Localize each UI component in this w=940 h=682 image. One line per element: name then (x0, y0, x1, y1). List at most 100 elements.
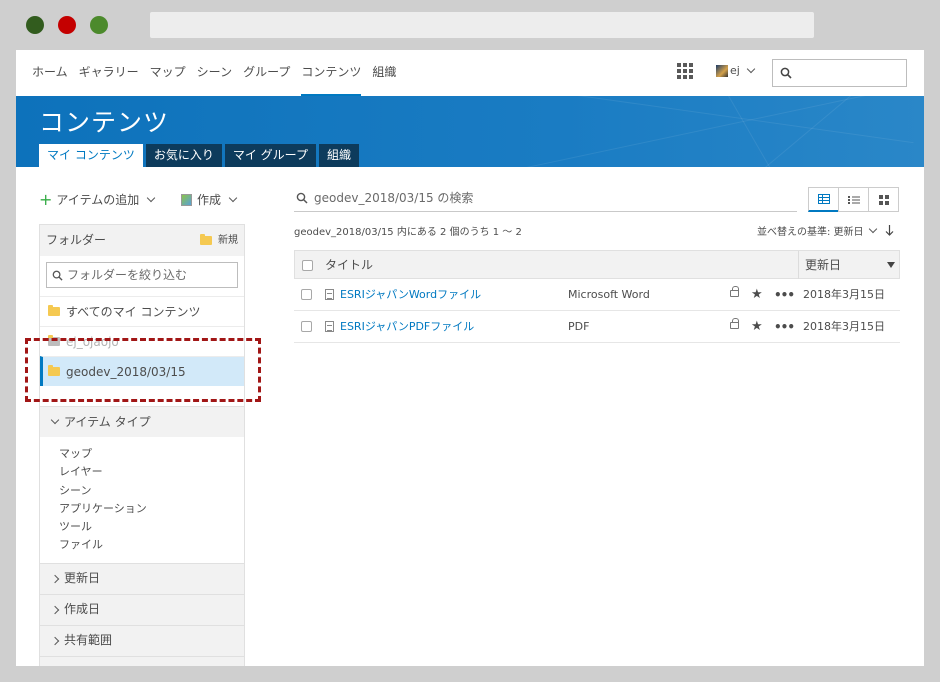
folder-heading: フォルダー (46, 233, 107, 247)
chevron-down-icon (50, 415, 60, 425)
column-divider (798, 251, 799, 279)
item-title-link[interactable]: ESRIジャパンPDFファイル (340, 311, 474, 343)
add-item-label: アイテムの追加 (56, 193, 140, 207)
window-maximize-dot[interactable] (90, 16, 108, 34)
nav-groups[interactable]: グループ (243, 50, 290, 96)
chevron-right-icon (50, 574, 60, 584)
chevron-down-icon (746, 64, 756, 73)
tab-favorites[interactable]: お気に入り (145, 144, 222, 167)
search-icon (296, 192, 308, 204)
content-search-placeholder: geodev_2018/03/15 の検索 (314, 191, 474, 205)
tab-my-groups[interactable]: マイ グループ (224, 144, 316, 167)
folder-icon (48, 305, 60, 316)
item-modified: 2018年3月15日 (803, 320, 885, 333)
nav-home[interactable]: ホーム (32, 50, 68, 96)
item-type-tool[interactable]: ツール (59, 518, 244, 536)
app-launcher-icon[interactable] (677, 63, 693, 79)
folder-icon (200, 234, 212, 245)
item-type: PDF (568, 320, 590, 333)
result-count: geodev_2018/03/15 内にある 2 個のうち 1 ～ 2 (294, 227, 522, 238)
column-modified[interactable]: 更新日 (805, 251, 841, 279)
favorite-star-icon[interactable]: ★ (751, 279, 763, 311)
sort-label: 並べ替えの基準: 更新日 (757, 227, 864, 238)
favorite-star-icon[interactable]: ★ (751, 311, 763, 343)
folder-filter-placeholder: フォルダーを絞り込む (67, 268, 188, 282)
create-button[interactable]: 作成 (181, 191, 238, 208)
chevron-down-icon (228, 193, 238, 202)
grid-view-button[interactable] (868, 187, 899, 212)
nav-scene[interactable]: シーン (197, 50, 232, 96)
avatar (716, 64, 728, 77)
list-icon (847, 195, 860, 204)
item-type-file[interactable]: ファイル (59, 536, 244, 554)
item-type-layer[interactable]: レイヤー (59, 463, 244, 481)
search-icon (780, 67, 792, 79)
table-row: ESRIジャパンWordファイル Microsoft Word ★ ••• 20… (294, 279, 900, 311)
folder-panel: フォルダー 新規 フォルダーを絞り込む すべてのマイ コンテンツ ej_ojao… (39, 224, 245, 666)
sort-caret-icon[interactable] (887, 262, 895, 268)
table-view-button[interactable] (808, 187, 839, 212)
select-all-checkbox[interactable] (302, 260, 313, 271)
more-options-icon[interactable]: ••• (774, 311, 795, 343)
filter-created[interactable]: 作成日 (40, 593, 244, 625)
column-title[interactable]: タイトル (325, 251, 373, 279)
view-toggle (808, 187, 899, 212)
folder-label: すべてのマイ コンテンツ (66, 304, 201, 319)
nav-content[interactable]: コンテンツ (301, 50, 362, 96)
address-bar[interactable] (150, 12, 814, 38)
filter-sharing[interactable]: 共有範囲 (40, 624, 244, 656)
new-folder-button[interactable]: 新規 (200, 225, 238, 256)
folder-item-all-content[interactable]: すべてのマイ コンテンツ (40, 296, 244, 326)
global-search-input[interactable] (772, 59, 907, 87)
chevron-right-icon (50, 605, 60, 615)
item-type-map[interactable]: マップ (59, 445, 244, 463)
list-view-button[interactable] (838, 187, 869, 212)
more-options-icon[interactable]: ••• (774, 279, 795, 311)
chevron-down-icon (146, 193, 156, 202)
chevron-right-icon (50, 636, 60, 646)
tab-my-content[interactable]: マイ コンテンツ (39, 144, 143, 167)
nav-gallery[interactable]: ギャラリー (79, 50, 139, 96)
tab-organization[interactable]: 組織 (318, 144, 359, 167)
user-name: ej (730, 64, 740, 77)
folder-filter-input[interactable]: フォルダーを絞り込む (46, 262, 238, 288)
page-title: コンテンツ (39, 108, 170, 137)
item-type: Microsoft Word (568, 288, 650, 301)
document-icon (325, 289, 334, 300)
item-type-application[interactable]: アプリケーション (59, 500, 244, 518)
left-panel: + アイテムの追加 作成 フォルダー 新規 フォルダーを絞り込む すべてのマイ … (39, 167, 246, 666)
row-checkbox[interactable] (301, 321, 312, 332)
nav-organization[interactable]: 組織 (372, 50, 396, 96)
folder-header: フォルダー 新規 (40, 225, 244, 256)
item-modified: 2018年3月15日 (803, 288, 885, 301)
table-header: タイトル 更新日 (294, 250, 900, 279)
item-title-link[interactable]: ESRIジャパンWordファイル (340, 279, 481, 311)
table-icon (817, 194, 830, 204)
content-search-input[interactable]: geodev_2018/03/15 の検索 (294, 184, 797, 212)
nav-map[interactable]: マップ (150, 50, 186, 96)
window-close-dot[interactable] (26, 16, 44, 34)
window-minimize-dot[interactable] (58, 16, 76, 34)
lock-icon (730, 318, 739, 329)
sort-control[interactable]: 並べ替えの基準: 更新日 (757, 223, 894, 238)
item-type-scene[interactable]: シーン (59, 482, 244, 500)
grid-icon (878, 194, 889, 205)
new-folder-label: 新規 (218, 235, 238, 246)
plus-icon: + (39, 189, 53, 209)
document-icon (325, 321, 334, 332)
browser-viewport: ホーム ギャラリー マップ シーン グループ コンテンツ 組織 ej コンテンツ… (16, 50, 924, 666)
filter-modified[interactable]: 更新日 (40, 562, 244, 594)
top-navigation: ホーム ギャラリー マップ シーン グループ コンテンツ 組織 ej (16, 50, 924, 96)
lock-icon (730, 286, 739, 297)
create-icon (181, 193, 192, 206)
highlight-annotation (25, 338, 261, 402)
filter-sharing-label: 共有範囲 (64, 633, 113, 648)
item-type-list: マップ レイヤー シーン アプリケーション ツール ファイル (40, 437, 244, 563)
search-icon (52, 270, 63, 281)
user-menu[interactable]: ej (716, 64, 756, 77)
table-row: ESRIジャパンPDFファイル PDF ★ ••• 2018年3月15日 (294, 311, 900, 343)
sort-direction-icon[interactable] (885, 225, 894, 236)
row-checkbox[interactable] (301, 289, 312, 300)
item-type-header[interactable]: アイテム タイプ (40, 406, 244, 437)
add-item-button[interactable]: + アイテムの追加 (39, 189, 156, 209)
